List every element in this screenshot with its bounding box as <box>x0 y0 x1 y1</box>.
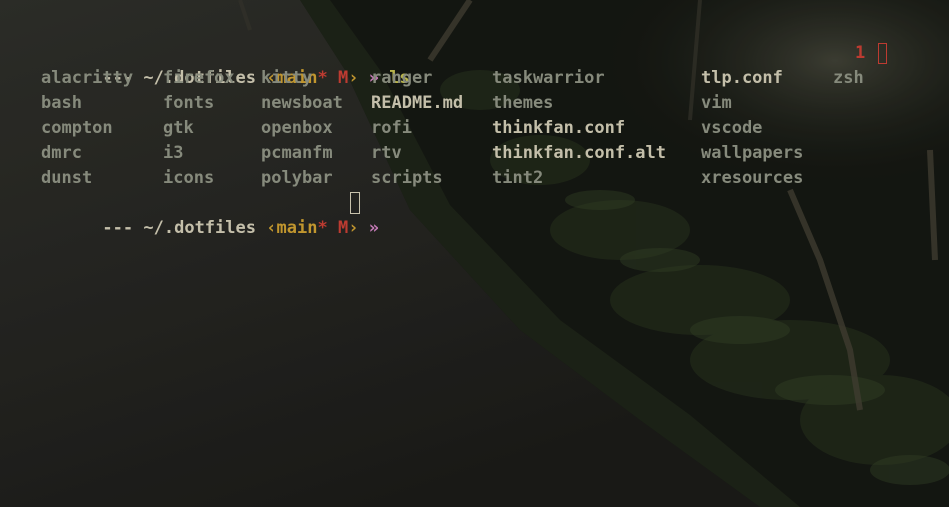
listing-item-dir: tint2 <box>492 168 544 188</box>
listing-item-file: thinkfan.conf <box>492 118 626 138</box>
active-prompt-line[interactable]: --- ~/.dotfiles ‹main* M› » <box>41 191 949 238</box>
listing-item-dir: rofi <box>371 118 412 138</box>
listing-item-dir: firefox <box>163 68 235 88</box>
listing-item-file: tlp.conf <box>701 68 783 88</box>
text-cursor-icon[interactable] <box>350 192 360 214</box>
listing-item-dir: wallpapers <box>701 143 804 163</box>
listing-row: dunst icons polybar scripts tint2 xresou… <box>41 166 949 191</box>
git-dirty-marker: * <box>317 218 328 238</box>
listing-item-dir: bash <box>41 93 82 113</box>
prompt-path: ~/.dotfiles <box>143 218 256 238</box>
listing-item-dir: compton <box>41 118 113 138</box>
listing-row: alacritty firefox kitty ranger taskwarri… <box>41 66 949 91</box>
listing-item-dir: scripts <box>371 168 443 188</box>
listing-row: dmrc i3 pcmanfm rtv thinkfan.conf.alt wa… <box>41 141 949 166</box>
listing-item-dir: gtk <box>163 118 194 138</box>
listing-item-dir: newsboat <box>261 93 343 113</box>
prompt-line: --- ~/.dotfiles ‹main* M› » ls 1 <box>41 41 949 88</box>
listing-item-dir: themes <box>492 93 554 113</box>
git-close-bracket: › <box>348 218 359 238</box>
listing-item-file: thinkfan.conf.alt <box>492 143 666 163</box>
prompt-arrow: » <box>368 218 379 238</box>
listing-item-dir: zsh <box>833 68 864 88</box>
listing-item-dir: vscode <box>701 118 763 138</box>
listing-item-dir: ranger <box>371 68 433 88</box>
listing-item-dir: xresources <box>701 168 804 188</box>
listing-item-dir: dunst <box>41 168 93 188</box>
listing-item-dir: fonts <box>163 93 215 113</box>
listing-item-dir: vim <box>701 93 732 113</box>
listing-row: compton gtk openbox rofi thinkfan.conf v… <box>41 116 949 141</box>
listing-item-file: README.md <box>371 93 464 113</box>
terminal-output[interactable]: --- ~/.dotfiles ‹main* M› » ls 1 alacrit… <box>41 41 949 238</box>
listing-item-dir: rtv <box>371 143 402 163</box>
exit-status: 1 <box>855 41 887 66</box>
listing-item-dir: taskwarrior <box>492 68 605 88</box>
listing-item-dir: polybar <box>261 168 333 188</box>
git-branch: main <box>276 218 318 238</box>
terminal-window[interactable]: --- ~/.dotfiles ‹main* M› » ls 1 alacrit… <box>0 0 949 507</box>
listing-item-dir: dmrc <box>41 143 82 163</box>
inactive-cursor-icon <box>878 43 887 64</box>
git-modified-marker: M <box>337 218 349 238</box>
listing-item-dir: pcmanfm <box>261 143 333 163</box>
exit-code: 1 <box>855 43 866 63</box>
listing-item-dir: alacritty <box>41 68 134 88</box>
listing-item-dir: icons <box>163 168 215 188</box>
listing-item-dir: openbox <box>261 118 333 138</box>
listing-row: bash fonts newsboat README.md themes vim <box>41 91 949 116</box>
listing-item-dir: kitty <box>261 68 313 88</box>
listing-item-dir: i3 <box>163 143 184 163</box>
prompt-dashes: --- <box>102 218 134 238</box>
git-open-bracket: ‹ <box>266 218 277 238</box>
